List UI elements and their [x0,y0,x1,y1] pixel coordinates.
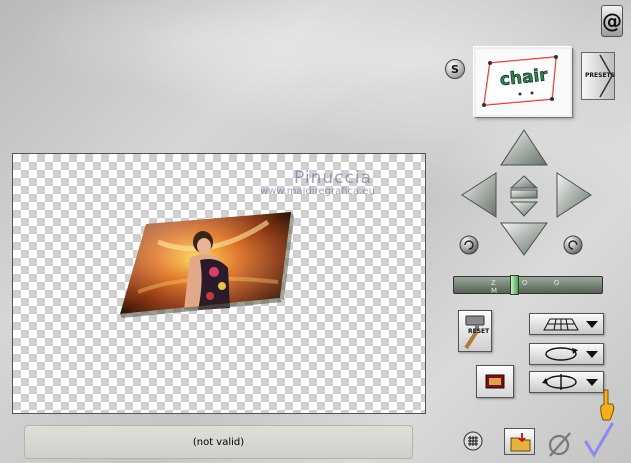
rotation-mode-dropdown[interactable] [529,343,604,365]
thumbnail-graphic: chair [482,55,558,107]
chevron-down-icon [586,321,598,328]
reset-label: RESET [468,328,490,335]
preview-toggle-button[interactable] [476,365,514,398]
rotate-right-icon[interactable] [563,235,583,255]
folder-icon [510,433,531,452]
axis-rotate-icon [542,374,577,390]
arrow-up-icon[interactable] [500,129,548,166]
rotate-left-icon[interactable] [459,235,479,255]
preset-thumbnail[interactable]: chair [474,47,572,117]
s-button-label: S [451,62,459,76]
center-small-arrows[interactable] [509,175,539,217]
about-button[interactable]: @ [601,5,623,37]
grid-icon[interactable] [463,431,483,451]
open-folder-button[interactable] [504,428,535,455]
presets-button[interactable]: PRESETS [581,52,615,100]
status-text: (not valid) [192,436,245,448]
cancel-icon[interactable] [546,429,574,459]
eye-candy-logo-icon: @ [602,9,622,33]
zoom-label: Z O O M [491,279,572,295]
checkmark-icon[interactable] [583,422,615,458]
warped-image-preview [120,212,294,318]
chevron-down-icon [586,379,598,386]
watermark-title: Pinuccia [294,168,372,188]
image-icon [485,374,505,389]
reset-button[interactable]: RESET [458,310,492,352]
zoom-slider[interactable]: Z O O M [453,275,603,295]
arrow-right-icon[interactable] [556,172,592,218]
zoom-slider-thumb[interactable] [510,275,519,295]
perspective-grid-icon [543,318,579,331]
perspective-mode-dropdown[interactable] [529,313,604,335]
direction-pad [459,129,592,256]
chevron-down-icon [586,351,598,358]
axis-rotation-dropdown[interactable] [529,371,604,393]
watermark-url: www.maidiregrafica.eu [260,186,375,197]
settings-s-button[interactable]: S [445,59,465,79]
chevron-right-icon [599,54,613,98]
arrow-left-icon[interactable] [461,172,497,218]
rotate-circle-icon [545,347,578,361]
hand-pointer-icon [600,389,615,421]
arrow-down-icon[interactable] [500,222,548,256]
watermark: Pinuccia www.maidiregrafica.eu [260,168,430,197]
status-bar: (not valid) [24,425,413,459]
